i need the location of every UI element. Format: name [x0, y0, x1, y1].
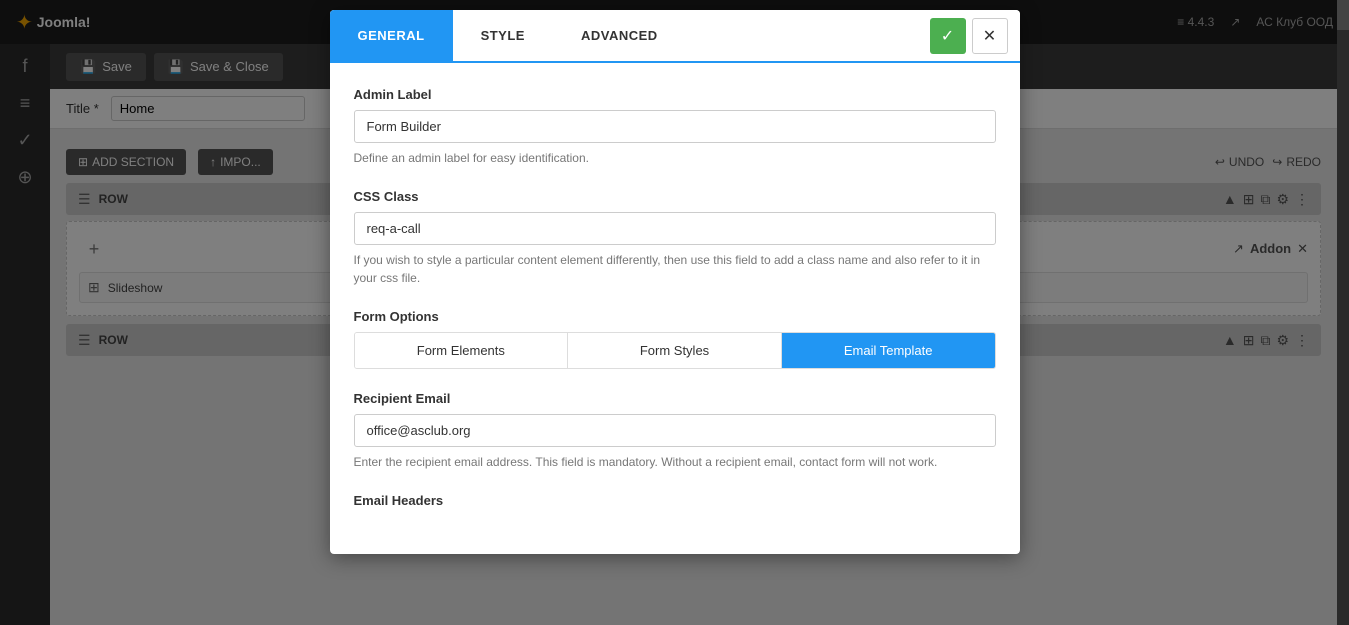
modal-confirm-button[interactable]: ✓ — [930, 18, 966, 54]
form-options-group: Form Options Form Elements Form Styles E… — [354, 309, 996, 369]
css-class-field-label: CSS Class — [354, 189, 996, 204]
admin-label-hint: Define an admin label for easy identific… — [354, 149, 996, 167]
recipient-email-group: Recipient Email Enter the recipient emai… — [354, 391, 996, 471]
recipient-email-label: Recipient Email — [354, 391, 996, 406]
modal-tab-actions: ✓ ✕ — [930, 18, 1020, 54]
tab-email-template[interactable]: Email Template — [782, 333, 995, 368]
tab-style[interactable]: STYLE — [453, 10, 553, 61]
modal-overlay: GENERAL STYLE ADVANCED ✓ ✕ Admin Label D… — [0, 0, 1349, 625]
modal-body: Admin Label Define an admin label for ea… — [330, 63, 1020, 554]
close-icon: ✕ — [983, 26, 996, 46]
admin-label-input[interactable] — [354, 110, 996, 143]
modal-tabs: GENERAL STYLE ADVANCED ✓ ✕ — [330, 10, 1020, 63]
css-class-hint: If you wish to style a particular conten… — [354, 251, 996, 287]
check-icon: ✓ — [941, 26, 954, 46]
tab-general[interactable]: GENERAL — [330, 10, 453, 61]
css-class-group: CSS Class If you wish to style a particu… — [354, 189, 996, 287]
admin-label-field-label: Admin Label — [354, 87, 996, 102]
modal-dialog: GENERAL STYLE ADVANCED ✓ ✕ Admin Label D… — [330, 10, 1020, 554]
email-headers-label: Email Headers — [354, 493, 996, 508]
form-options-tabs: Form Elements Form Styles Email Template — [354, 332, 996, 369]
css-class-input[interactable] — [354, 212, 996, 245]
modal-close-button[interactable]: ✕ — [972, 18, 1008, 54]
tab-advanced[interactable]: ADVANCED — [553, 10, 686, 61]
tab-form-elements[interactable]: Form Elements — [355, 333, 569, 368]
recipient-email-hint: Enter the recipient email address. This … — [354, 453, 996, 471]
tab-form-styles[interactable]: Form Styles — [568, 333, 782, 368]
admin-label-group: Admin Label Define an admin label for ea… — [354, 87, 996, 167]
email-headers-group: Email Headers — [354, 493, 996, 508]
recipient-email-input[interactable] — [354, 414, 996, 447]
form-options-label: Form Options — [354, 309, 996, 324]
